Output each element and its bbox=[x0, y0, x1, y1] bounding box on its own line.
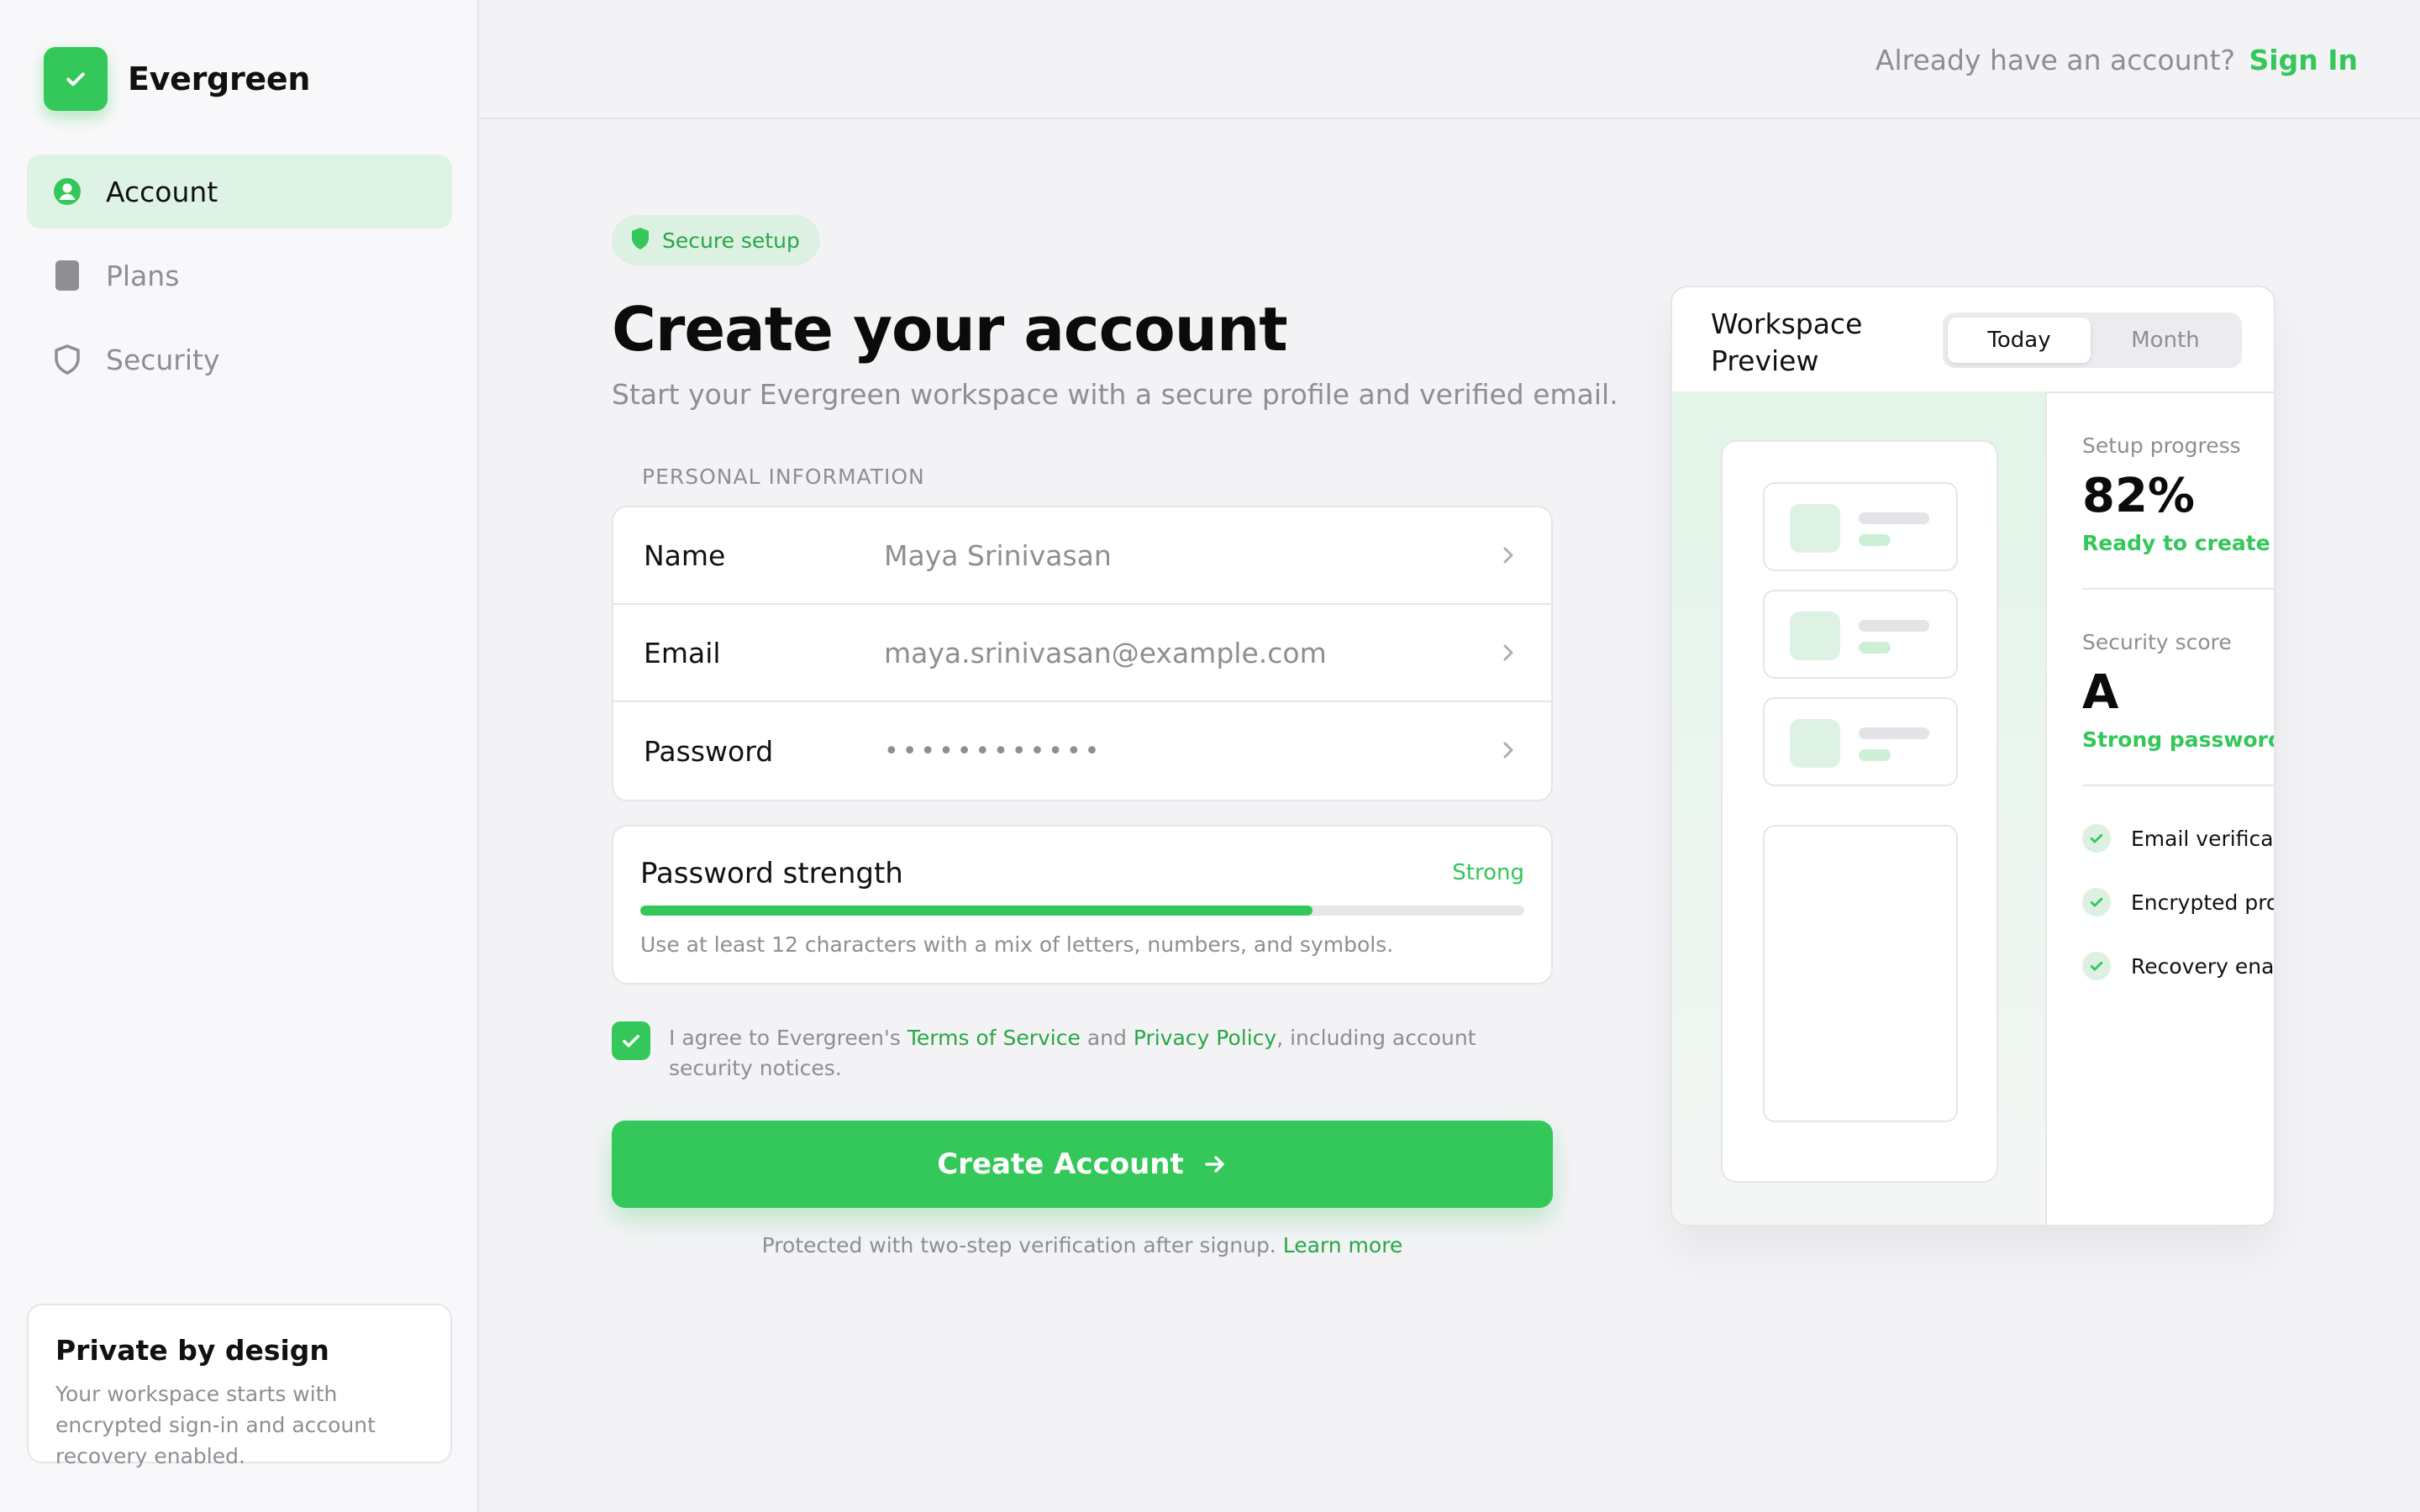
chevron-right-icon bbox=[1503, 742, 1513, 759]
privacy-policy-link[interactable]: Privacy Policy bbox=[1134, 1026, 1276, 1050]
secure-setup-badge: Secure setup bbox=[612, 215, 820, 265]
setup-progress-status: Ready to create bbox=[2082, 531, 2270, 555]
protected-text: Protected with two-step verification aft… bbox=[761, 1233, 1276, 1257]
sidebar-item-plans[interactable]: Plans bbox=[27, 239, 452, 312]
check-item-label: Encrypted profile bbox=[2131, 890, 2274, 915]
shield-icon bbox=[630, 227, 650, 254]
check-item-label: Recovery enabled bbox=[2131, 953, 2274, 979]
badge-label: Secure setup bbox=[662, 228, 800, 253]
chevron-right-icon bbox=[1503, 644, 1513, 661]
shield-icon bbox=[52, 344, 82, 375]
checkmark-icon bbox=[2082, 888, 2111, 916]
placeholder-card bbox=[1763, 697, 1958, 786]
placeholder-card bbox=[1763, 482, 1958, 571]
security-score-value: A bbox=[2082, 665, 2119, 720]
agree-text: I agree to Evergreen's Terms of Service … bbox=[669, 1023, 1526, 1084]
password-strength-card: Password strength Strong Use at least 12… bbox=[612, 825, 1553, 984]
divider bbox=[2082, 588, 2274, 590]
personal-info-card: Name Maya Srinivasan Email maya.srinivas… bbox=[612, 506, 1553, 801]
chevron-right-icon bbox=[1503, 547, 1513, 564]
strength-meter bbox=[640, 906, 1524, 916]
setup-progress-value: 82% bbox=[2082, 469, 2196, 523]
workspace-preview-card: Workspace Preview Today Month Setup prog… bbox=[1670, 286, 2275, 1226]
page-subtitle: Start your Evergreen workspace with a se… bbox=[612, 378, 1618, 411]
checkmark-icon bbox=[2082, 824, 2111, 853]
tab-today[interactable]: Today bbox=[1948, 318, 2091, 363]
sidebar-item-label: Security bbox=[106, 343, 220, 376]
terms-link[interactable]: Terms of Service bbox=[908, 1026, 1081, 1050]
protected-note: Protected with two-step verification aft… bbox=[612, 1233, 1553, 1257]
agree-prefix: I agree to Evergreen's bbox=[669, 1026, 908, 1050]
brand-logo-check-icon bbox=[44, 47, 108, 111]
check-item: Recovery enabled bbox=[2082, 949, 2274, 983]
email-row[interactable]: Email maya.srinivasan@example.com bbox=[613, 605, 1551, 702]
preview-title: Workspace Preview bbox=[1711, 307, 1863, 377]
privacy-text: Your workspace starts with encrypted sig… bbox=[55, 1382, 376, 1468]
placeholder-panel bbox=[1763, 825, 1958, 1122]
sidebar-item-account[interactable]: Account bbox=[27, 155, 452, 228]
person-circle-icon bbox=[52, 176, 82, 207]
signin-prompt-text: Already have an account? bbox=[1875, 44, 2236, 76]
email-field[interactable]: maya.srinivasan@example.com bbox=[884, 637, 1327, 669]
preview-header: Workspace Preview Today Month bbox=[1672, 287, 2274, 393]
strength-title: Password strength bbox=[640, 857, 903, 890]
preview-stats: Setup progress 82% Ready to create Secur… bbox=[2082, 391, 2274, 1225]
security-score-status: Strong password bbox=[2082, 727, 2274, 752]
sidebar-item-security[interactable]: Security bbox=[27, 323, 452, 396]
check-item: Encrypted profile bbox=[2082, 885, 2274, 919]
preview-segmented-control: Today Month bbox=[1943, 312, 2242, 368]
sidebar-nav: Account Plans Security bbox=[27, 155, 452, 407]
agree-checkbox[interactable] bbox=[612, 1021, 650, 1060]
arrow-right-icon bbox=[1205, 1156, 1224, 1173]
security-score-label: Security score bbox=[2082, 630, 2232, 654]
password-row[interactable]: Password •••••••••••• bbox=[613, 702, 1551, 800]
signin-prompt: Already have an account? Sign In bbox=[1876, 44, 2358, 76]
check-item: Email verification bbox=[2082, 822, 2274, 855]
check-item-label: Email verification bbox=[2131, 826, 2274, 851]
field-label: Email bbox=[644, 636, 721, 669]
tab-month[interactable]: Month bbox=[2094, 318, 2237, 363]
create-account-button[interactable]: Create Account bbox=[612, 1121, 1553, 1208]
privacy-card: Private by design Your workspace starts … bbox=[27, 1304, 452, 1468]
create-account-label: Create Account bbox=[937, 1147, 1184, 1181]
privacy-title: Private by design bbox=[55, 1334, 329, 1367]
placeholder-card bbox=[1763, 590, 1958, 679]
strength-hint: Use at least 12 characters with a mix of… bbox=[640, 932, 1394, 957]
strength-meter-fill bbox=[640, 906, 1313, 916]
agree-and: and bbox=[1080, 1026, 1134, 1050]
phone-mockup bbox=[1721, 440, 1998, 1183]
sidebar-item-label: Plans bbox=[106, 259, 180, 292]
signin-link[interactable]: Sign In bbox=[2249, 44, 2358, 76]
sidebar: Evergreen Account Plans Security Private… bbox=[0, 0, 479, 1512]
topbar: Already have an account? Sign In bbox=[481, 0, 2420, 119]
section-label: PERSONAL INFORMATION bbox=[642, 465, 925, 489]
setup-progress-label: Setup progress bbox=[2082, 433, 2241, 458]
preview-illustration bbox=[1672, 391, 2047, 1225]
strength-status: Strong bbox=[1452, 860, 1524, 885]
field-label: Password bbox=[644, 734, 774, 768]
page-title: Create your account bbox=[612, 294, 1288, 365]
sidebar-item-label: Account bbox=[106, 175, 218, 208]
checkmark-icon bbox=[2082, 952, 2111, 980]
brand-name: Evergreen bbox=[128, 60, 311, 97]
checkmark-icon bbox=[623, 1035, 639, 1047]
brand[interactable]: Evergreen bbox=[44, 47, 310, 111]
learn-more-link[interactable]: Learn more bbox=[1283, 1233, 1403, 1257]
password-field[interactable]: •••••••••••• bbox=[884, 737, 1102, 766]
field-label: Name bbox=[644, 538, 726, 572]
name-row[interactable]: Name Maya Srinivasan bbox=[613, 507, 1551, 605]
document-icon bbox=[52, 260, 82, 291]
name-field[interactable]: Maya Srinivasan bbox=[884, 539, 1112, 572]
divider bbox=[2082, 785, 2274, 786]
